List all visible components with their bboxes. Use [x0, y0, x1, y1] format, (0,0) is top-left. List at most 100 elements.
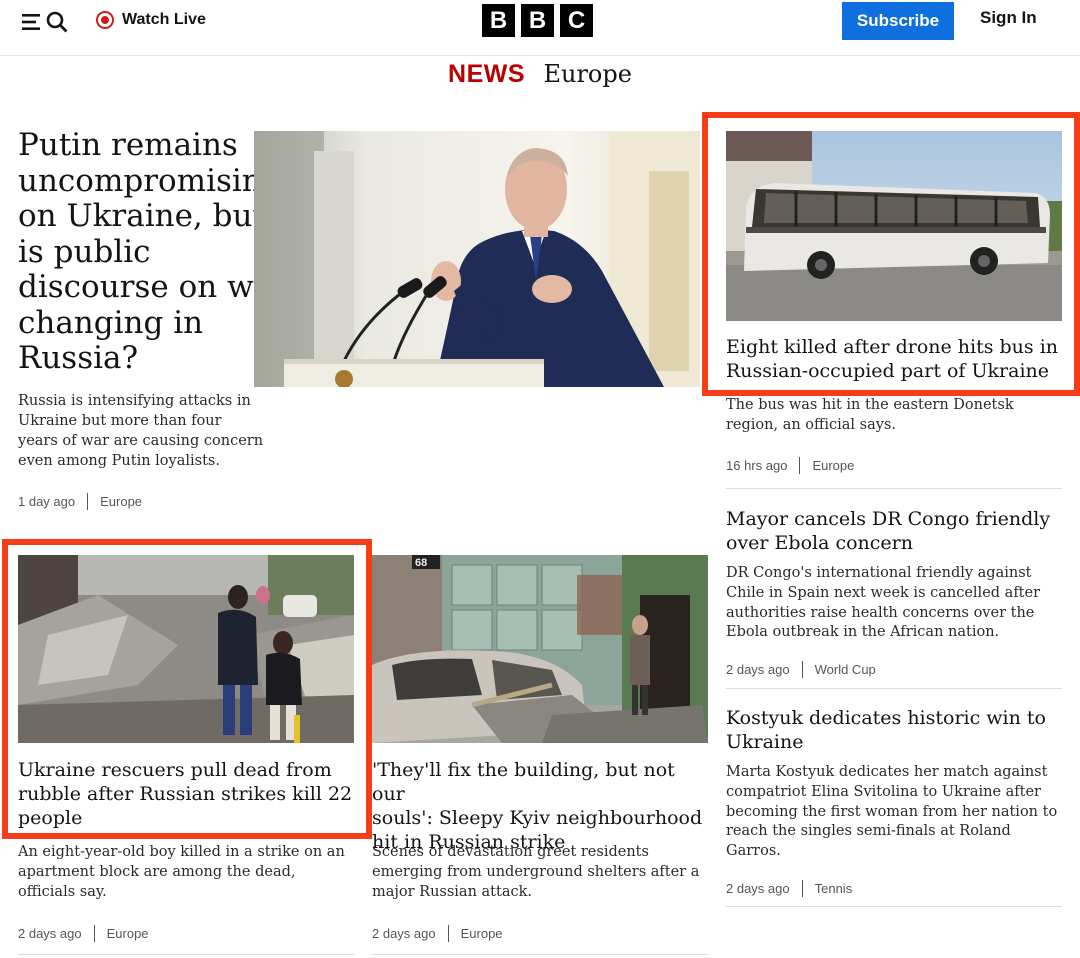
kostyuk-story-headline[interactable]: Kostyuk dedicates historic win to Ukrain…	[726, 706, 1062, 754]
headline-line: Kostyuk dedicates historic win to	[726, 707, 1046, 729]
headline-line: rubble after Russian strikes kill 22	[18, 783, 353, 805]
summary-line: emerging from underground shelters after…	[372, 863, 700, 880]
region-label[interactable]: Europe	[543, 60, 631, 88]
sign-in-link[interactable]: Sign In	[980, 8, 1037, 28]
rescue-story-summary: An eight-year-old boy killed in a strike…	[18, 843, 363, 902]
summary-line: Scenes of devastation greet residents	[372, 844, 649, 860]
watch-live-label: Watch Live	[122, 11, 206, 28]
topic-tag[interactable]: Europe	[107, 926, 149, 941]
headline-line: uncompromising	[18, 162, 282, 199]
congo-story-meta: 2 days ago World Cup	[726, 661, 876, 678]
meta-divider	[801, 880, 803, 897]
divider	[726, 488, 1062, 489]
summary-line: compatriot Elina Svitolina to Ukraine af…	[726, 783, 1041, 800]
summary-line: Marta Kostyuk dedicates her match agains…	[726, 764, 1048, 780]
bbc-logo[interactable]: B B C	[482, 4, 593, 37]
bus-story-summary: The bus was hit in the eastern Donetsk r…	[726, 396, 1066, 436]
kyiv-story-image[interactable]: 68	[372, 555, 708, 743]
lead-story-summary: Russia is intensifying attacks in Ukrain…	[18, 391, 268, 471]
summary-line: becoming the first woman from her nation…	[726, 803, 1058, 820]
summary-line: Garros.	[726, 843, 781, 860]
headline-line: Mayor cancels DR Congo friendly	[726, 508, 1051, 530]
headline-line: Ukraine	[726, 731, 804, 753]
headline-line: Putin remains	[18, 127, 238, 163]
bus-story-headline[interactable]: Eight killed after drone hits bus in Rus…	[726, 335, 1062, 383]
subscribe-button[interactable]: Subscribe	[842, 2, 954, 40]
kyiv-story-meta: 2 days ago Europe	[372, 925, 503, 942]
menu-search-button[interactable]	[22, 10, 70, 34]
headline-line: Ukraine rescuers pull dead from	[18, 759, 332, 781]
meta-divider	[447, 925, 449, 942]
kostyuk-story-summary: Marta Kostyuk dedicates her match agains…	[726, 763, 1066, 862]
divider	[726, 688, 1062, 689]
headline-line: people	[18, 807, 83, 829]
rescue-story-meta: 2 days ago Europe	[18, 925, 149, 942]
headline-line: changing in	[18, 304, 204, 341]
topic-tag[interactable]: World Cup	[815, 662, 876, 677]
kyiv-story-headline[interactable]: 'They'll fix the building, but not our s…	[372, 758, 712, 854]
topic-tag[interactable]: Europe	[100, 494, 142, 509]
meta-divider	[801, 661, 803, 678]
news-label[interactable]: NEWS	[448, 60, 525, 88]
summary-line: major Russian attack.	[372, 883, 532, 900]
meta-divider	[87, 493, 89, 510]
meta-divider	[93, 925, 95, 942]
headline-line: Russia?	[18, 340, 139, 376]
logo-letter-c: C	[560, 4, 593, 37]
headline-line: Eight killed after drone hits bus in	[726, 336, 1059, 358]
logo-letter-b2: B	[521, 4, 554, 37]
headline-line: 'They'll fix the building, but not our	[372, 759, 675, 805]
bus-story-meta: 16 hrs ago Europe	[726, 457, 854, 474]
topic-tag[interactable]: Tennis	[815, 881, 853, 896]
summary-line: Ukraine but more than four	[18, 413, 222, 429]
timestamp: 2 days ago	[726, 662, 790, 677]
logo-letter-b1: B	[482, 4, 515, 37]
summary-line: apartment block are among the dead,	[18, 863, 296, 880]
timestamp: 1 day ago	[18, 494, 76, 509]
topic-tag[interactable]: Europe	[812, 458, 854, 473]
rubble-rescue-photo	[18, 555, 354, 743]
putin-podium-photo	[254, 131, 700, 387]
summary-line: authorities raise health concerns over t…	[726, 604, 1035, 621]
divider	[372, 954, 708, 955]
rescue-story-headline[interactable]: Ukraine rescuers pull dead from rubble a…	[18, 758, 358, 830]
congo-story-summary: DR Congo's international friendly agains…	[726, 564, 1066, 643]
building-number-sign: 68	[415, 557, 427, 569]
summary-line: years of war are causing concern	[18, 433, 264, 449]
summary-line: Russia is intensifying attacks in	[18, 393, 251, 409]
kostyuk-story-meta: 2 days ago Tennis	[726, 880, 852, 897]
search-icon	[46, 11, 68, 33]
menu-icon	[22, 14, 40, 30]
lead-story-image[interactable]	[254, 131, 700, 387]
section-header: NEWS Europe	[0, 60, 1080, 89]
headline-line: souls': Sleepy Kyiv neighbourhood	[372, 807, 703, 829]
timestamp: 2 days ago	[726, 881, 790, 896]
meta-divider	[799, 457, 801, 474]
burnt-bus-photo	[726, 131, 1062, 321]
lead-story-headline[interactable]: Putin remains uncompromising on Ukraine,…	[18, 127, 287, 377]
summary-line: An eight-year-old boy killed in a strike…	[18, 844, 345, 860]
summary-line: Chile in Spain next week is cancelled af…	[726, 584, 1041, 601]
watch-live-link[interactable]: Watch Live	[96, 8, 206, 32]
summary-line: region, an official says.	[726, 416, 896, 433]
kyiv-story-summary: Scenes of devastation greet residents em…	[372, 843, 712, 902]
timestamp: 2 days ago	[18, 926, 82, 941]
congo-story-headline[interactable]: Mayor cancels DR Congo friendly over Ebo…	[726, 507, 1062, 555]
lead-story-meta: 1 day ago Europe	[18, 493, 142, 510]
topic-tag[interactable]: Europe	[461, 926, 503, 941]
headline-line: on Ukraine, but	[18, 198, 265, 234]
headline-line: discourse on war	[18, 269, 287, 305]
summary-line: officials say.	[18, 883, 107, 900]
summary-line: even among Putin loyalists.	[18, 453, 220, 469]
divider	[18, 954, 354, 955]
damaged-building-photo: 68	[372, 555, 708, 743]
summary-line: DR Congo's international friendly agains…	[726, 565, 1032, 581]
live-indicator-icon	[96, 11, 114, 29]
headline-line: over Ebola concern	[726, 532, 913, 554]
divider	[726, 906, 1062, 907]
bus-story-image[interactable]	[726, 131, 1062, 321]
timestamp: 2 days ago	[372, 926, 436, 941]
summary-line: The bus was hit in the eastern Donetsk	[726, 397, 1014, 413]
rescue-story-image[interactable]	[18, 555, 354, 743]
summary-line: Ebola outbreak in the African nation.	[726, 624, 1000, 641]
